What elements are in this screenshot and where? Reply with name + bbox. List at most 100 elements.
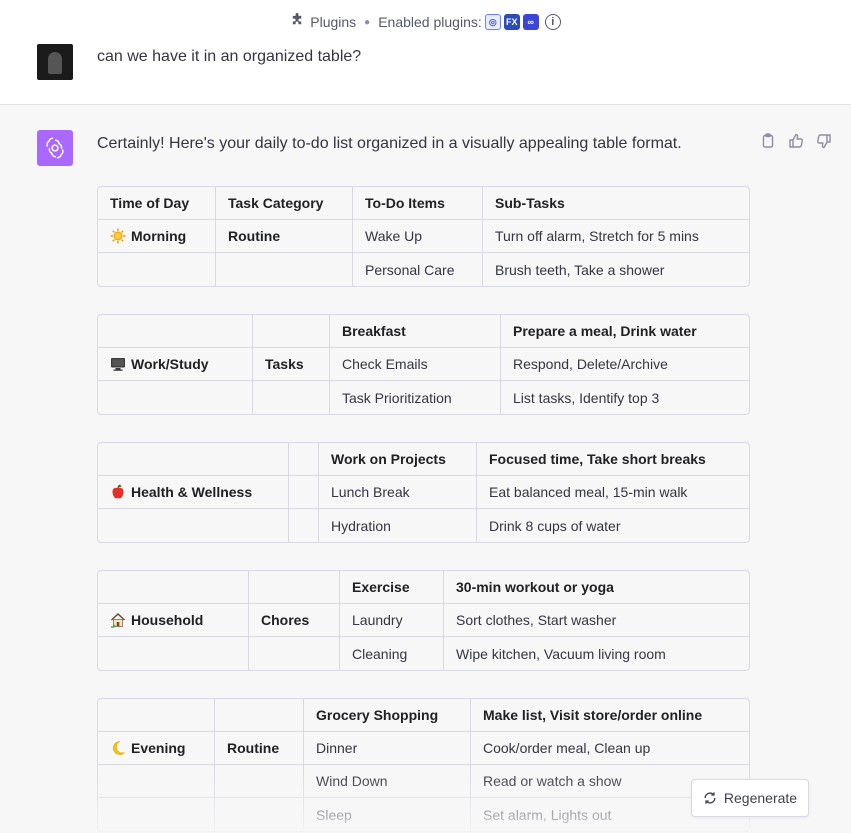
table-cell-empty — [98, 571, 249, 604]
time-of-day-label: Morning — [131, 228, 187, 244]
table-cell-category: Chores — [249, 604, 340, 637]
table-cell-category: Tasks — [253, 348, 330, 381]
table-cell-subtasks: 30-min workout or yoga — [444, 571, 749, 604]
table-row: Work on Projects Focused time, Take shor… — [98, 443, 749, 476]
thumbs-down-icon[interactable] — [816, 133, 832, 149]
apple-icon — [112, 484, 124, 499]
regenerate-label: Regenerate — [723, 790, 798, 806]
table-cell-item: Task Prioritization — [330, 381, 501, 414]
table-row: Household Chores Laundry Sort clothes, S… — [98, 604, 749, 637]
refresh-icon — [704, 792, 716, 804]
separator-dot: ● — [364, 16, 371, 28]
todo-table-morning: Time of Day Task Category To-Do Items Su… — [97, 186, 750, 287]
table-cell-category: Routine — [215, 732, 304, 765]
table-cell-empty — [215, 765, 304, 798]
table-cell-subtasks: Eat balanced meal, 15-min walk — [477, 476, 749, 509]
message-actions — [760, 133, 832, 149]
openai-logo-icon — [46, 137, 64, 159]
table-cell-empty — [98, 509, 289, 542]
table-cell-empty — [216, 253, 353, 286]
table-cell-empty — [98, 253, 216, 286]
time-of-day-label: Household — [131, 612, 204, 628]
table-cell-empty — [98, 798, 215, 831]
todo-table-evening: Grocery Shopping Make list, Visit store/… — [97, 698, 750, 832]
table-cell-category — [289, 476, 319, 509]
table-cell-empty — [289, 509, 319, 542]
table-cell-item: Dinner — [304, 732, 471, 765]
todo-table-health: Work on Projects Focused time, Take shor… — [97, 442, 750, 543]
table-cell-item: Cleaning — [340, 637, 444, 670]
table-row: Morning Routine Wake Up Turn off alarm, … — [98, 220, 749, 253]
table-cell-item: Breakfast — [330, 315, 501, 348]
table-header-cell: Sub-Tasks — [483, 187, 749, 220]
link-plugin-icon[interactable]: ∞ — [522, 14, 539, 30]
table-cell-empty — [249, 637, 340, 670]
table-row: Task Prioritization List tasks, Identify… — [98, 381, 749, 414]
table-cell-empty — [98, 381, 253, 414]
puzzle-icon — [290, 12, 305, 32]
table-row: Exercise 30-min workout or yoga — [98, 571, 749, 604]
table-cell-time-of-day: Work/Study — [98, 348, 253, 381]
user-message-row: can we have it in an organized table? — [0, 44, 851, 105]
table-cell-item: Wake Up — [353, 220, 483, 253]
top-bar: Plugins ● Enabled plugins: ◎ FX ∞ i — [0, 0, 851, 44]
time-of-day-label: Evening — [131, 740, 186, 756]
table-cell-empty — [98, 315, 253, 348]
table-row: Cleaning Wipe kitchen, Vacuum living roo… — [98, 637, 749, 670]
table-cell-empty — [249, 571, 340, 604]
table-row: Hydration Drink 8 cups of water — [98, 509, 749, 542]
todo-table-household: Exercise 30-min workout or yoga Househol… — [97, 570, 750, 671]
crescent-moon-icon — [113, 741, 125, 755]
table-cell-empty — [289, 443, 319, 476]
table-cell-subtasks: Wipe kitchen, Vacuum living room — [456, 645, 666, 662]
table-cell-time-of-day: Morning — [98, 220, 216, 253]
table-cell-subtasks: Sort clothes, Start washer — [444, 604, 749, 637]
plugin-1-icon[interactable]: ◎ — [484, 14, 501, 30]
table-cell-empty — [253, 381, 330, 414]
table-cell-empty — [215, 699, 304, 732]
table-cell-subtasks: Cook/order meal, Clean up — [471, 732, 749, 765]
table-cell-item: Work on Projects — [319, 443, 477, 476]
assistant-avatar — [37, 130, 73, 166]
table-cell-subtasks: Respond, Delete/Archive — [501, 348, 749, 381]
table-row: Wind Down Read or watch a show — [98, 765, 749, 798]
table-cell-subtasks: Make list, Visit store/order online — [471, 699, 749, 732]
table-cell-empty — [98, 699, 215, 732]
table-cell-item: Exercise — [340, 571, 444, 604]
table-cell-subtasks: Prepare a meal, Drink water — [501, 315, 749, 348]
sun-icon — [110, 228, 126, 244]
info-icon[interactable]: i — [544, 14, 561, 30]
copy-icon[interactable] — [760, 133, 776, 149]
table-cell-time-of-day: Evening — [98, 732, 215, 765]
table-row: Health & Wellness Lunch Break Eat balanc… — [98, 476, 749, 509]
table-cell-empty — [98, 765, 215, 798]
table-header-cell: To-Do Items — [353, 187, 483, 220]
table-cell-empty — [215, 798, 304, 831]
table-row: Personal Care Brush teeth, Take a shower — [98, 253, 749, 286]
fx-plugin-icon[interactable]: FX — [503, 14, 520, 30]
assistant-intro-text: Certainly! Here's your daily to-do list … — [97, 135, 682, 152]
table-cell-empty — [98, 637, 249, 670]
table-cell-item: Check Emails — [330, 348, 501, 381]
computer-icon — [111, 358, 125, 371]
table-cell-item: Laundry — [340, 604, 444, 637]
table-header-cell: Task Category — [216, 187, 353, 220]
user-avatar — [37, 44, 73, 80]
table-row: Work/Study Tasks Check Emails Respond, D… — [98, 348, 749, 381]
table-cell-subtasks: List tasks, Identify top 3 — [513, 389, 660, 406]
todo-table-work: Breakfast Prepare a meal, Drink water Wo… — [97, 314, 750, 415]
user-message-text: can we have it in an organized table? — [97, 48, 362, 65]
plugins-label: Plugins — [310, 14, 357, 30]
table-row: Grocery Shopping Make list, Visit store/… — [98, 699, 749, 732]
table-cell-item: Hydration — [319, 509, 477, 542]
enabled-plugins-label: Enabled plugins: — [378, 14, 482, 30]
time-of-day-label: Health & Wellness — [131, 484, 253, 500]
table-cell-subtasks: Drink 8 cups of water — [489, 517, 621, 534]
table-cell-item: Grocery Shopping — [304, 699, 471, 732]
table-header-row: Time of Day Task Category To-Do Items Su… — [98, 187, 749, 220]
thumbs-up-icon[interactable] — [788, 133, 804, 149]
regenerate-button[interactable]: Regenerate — [691, 779, 809, 817]
table-cell-item: Sleep — [304, 798, 471, 831]
table-cell-item: Personal Care — [353, 253, 483, 286]
table-cell-time-of-day: Household — [98, 604, 249, 637]
